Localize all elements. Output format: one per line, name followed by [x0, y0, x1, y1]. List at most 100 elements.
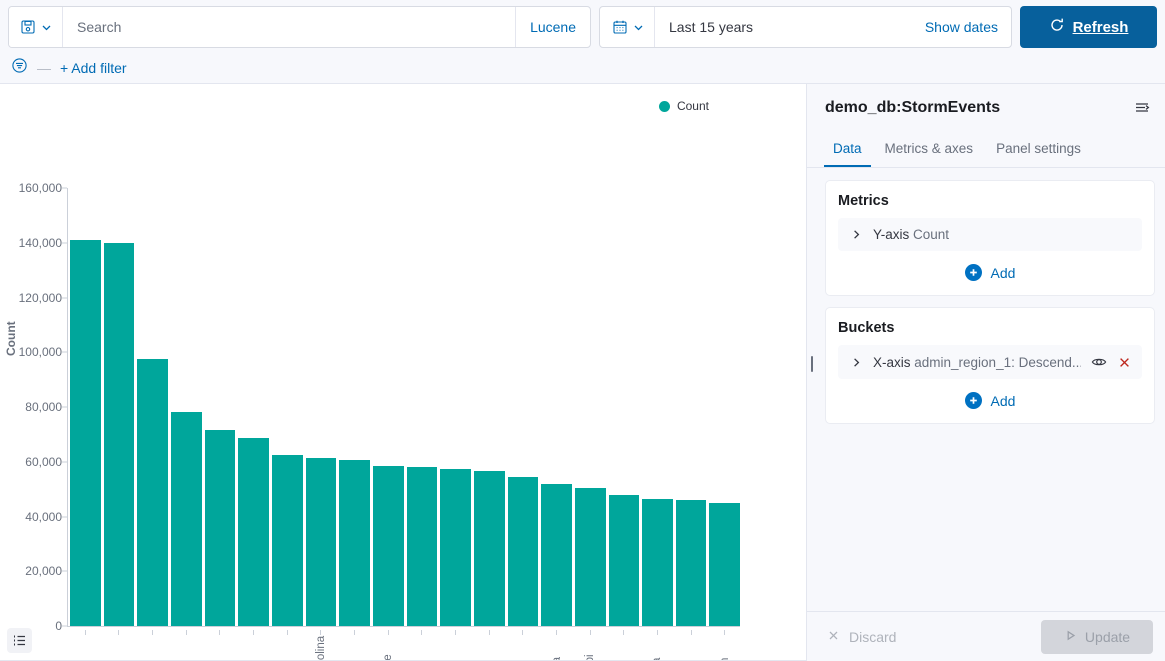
y-axis-tick-label: 60,000 [6, 455, 62, 469]
x-axis-label: Georgia [147, 637, 159, 661]
x-axis-line [67, 626, 740, 627]
tab-metrics-axes[interactable]: Metrics & axes [876, 141, 983, 167]
bar[interactable] [407, 467, 438, 626]
add-bucket-label: Add [991, 393, 1016, 409]
bar[interactable] [709, 503, 740, 626]
update-label: Update [1085, 629, 1130, 645]
x-axis-label: Iowa [349, 637, 361, 661]
x-axis-tick-mark [724, 630, 725, 635]
panel-resize-handle[interactable] [811, 356, 813, 372]
y-axis-tick-label: 40,000 [6, 510, 62, 524]
bar[interactable] [508, 477, 539, 626]
bar[interactable] [575, 488, 606, 626]
x-axis-tick-mark [455, 630, 456, 635]
bar[interactable] [306, 458, 337, 626]
y-axis-tick-label: 80,000 [6, 400, 62, 414]
x-axis-tick-mark [657, 630, 658, 635]
chevron-right-icon [850, 356, 863, 369]
x-axis-tick-mark [489, 630, 490, 635]
bar[interactable] [272, 455, 303, 626]
show-dates-button[interactable]: Show dates [912, 7, 1011, 47]
bucket-kind: X-axis [873, 355, 914, 370]
eye-icon[interactable] [1091, 354, 1107, 370]
chevron-right-icon [850, 228, 863, 241]
table-view-toggle-button[interactable] [7, 628, 32, 653]
bar[interactable] [238, 438, 269, 626]
plus-circle-icon [965, 264, 982, 281]
x-axis-label: Minnesota [551, 637, 563, 661]
y-axis-tick-label: 20,000 [6, 564, 62, 578]
x-axis-label: Kentucky [214, 637, 226, 661]
bar[interactable] [541, 484, 572, 626]
editor-title: demo_db:StormEvents [825, 99, 1000, 117]
date-range-display[interactable]: Last 15 years [655, 7, 912, 47]
date-picker-group: Last 15 years Show dates [599, 6, 1012, 48]
discard-button[interactable]: Discard [827, 629, 896, 645]
add-bucket-button[interactable]: Add [838, 379, 1142, 423]
buckets-title: Buckets [838, 320, 1142, 336]
filter-bar: — + Add filter [0, 53, 1165, 84]
saved-query-button[interactable] [9, 7, 63, 47]
editor-header: demo_db:StormEvents [807, 84, 1165, 131]
x-axis-tick-mark [287, 630, 288, 635]
add-filter-button[interactable]: + Add filter [60, 60, 127, 76]
bar[interactable] [137, 359, 168, 626]
date-quick-select-button[interactable] [600, 7, 655, 47]
y-axis-line [67, 188, 68, 626]
refresh-icon [1049, 17, 1065, 37]
x-axis-labels: TexasGeorgiaVirginiaKentuckyMissouriIlli… [70, 630, 740, 661]
bar[interactable] [373, 466, 404, 626]
bucket-row-x-axis[interactable]: X-axis admin_region_1: Descend... [838, 345, 1142, 379]
x-axis-label-cell: Georgia [137, 630, 168, 661]
visualization-editor-panel: demo_db:StormEvents DataMetrics & axesPa… [807, 84, 1165, 661]
editor-footer: Discard Update [807, 611, 1165, 661]
x-axis-label-cell: Kentucky [205, 630, 236, 661]
query-bar: Lucene Last 15 years Show dates [0, 0, 1165, 53]
y-axis-ticks: 020,00040,00060,00080,000100,000120,0001… [0, 84, 62, 661]
bar[interactable] [642, 499, 673, 626]
x-axis-label-cell: North Carolina [306, 630, 337, 661]
tab-data[interactable]: Data [824, 141, 871, 167]
x-axis-tick-mark [186, 630, 187, 635]
bar[interactable] [609, 495, 640, 626]
x-axis-label-cell: Arkansas [676, 630, 707, 661]
update-button[interactable]: Update [1041, 620, 1153, 654]
x-axis-label-cell [70, 630, 101, 661]
metrics-card: Metrics Y-axis Count Add [825, 180, 1155, 296]
bar[interactable] [205, 430, 236, 626]
collapse-panel-icon[interactable] [1133, 98, 1152, 117]
filter-icon[interactable] [11, 57, 28, 79]
chevron-down-icon [632, 21, 645, 34]
bar[interactable] [339, 460, 370, 626]
bar[interactable] [676, 500, 707, 626]
metric-row-label: Y-axis Count [873, 227, 1132, 242]
editor-tabs: DataMetrics & axesPanel settings [807, 131, 1165, 168]
x-axis-label: Kansas [416, 637, 428, 661]
plus-circle-icon [965, 392, 982, 409]
remove-icon[interactable] [1117, 355, 1132, 370]
bar[interactable] [104, 243, 135, 626]
metric-row-y-axis[interactable]: Y-axis Count [838, 218, 1142, 251]
x-axis-label: Arkansas [685, 637, 697, 661]
bucket-value: admin_region_1: Descend... [914, 355, 1081, 370]
main-area: Count Count 020,00040,00060,00080,000100… [0, 84, 1165, 661]
bar[interactable] [171, 412, 202, 626]
tab-panel-settings[interactable]: Panel settings [987, 141, 1090, 167]
x-axis-tick-mark [590, 630, 591, 635]
x-axis-tick-mark [522, 630, 523, 635]
bar[interactable] [70, 240, 101, 626]
y-axis-tick-label: 140,000 [6, 236, 62, 250]
query-language-button[interactable]: Lucene [515, 7, 590, 47]
x-axis-label: Michigan [618, 637, 630, 661]
x-axis-label-cell: Minnesota [541, 630, 572, 661]
search-input[interactable] [63, 19, 515, 35]
x-axis-label: Oklahoma [651, 637, 663, 661]
refresh-button[interactable]: Refresh [1020, 6, 1157, 48]
x-axis-label: Texas [113, 637, 125, 661]
x-axis-label-cell: Oklahoma [642, 630, 673, 661]
bar[interactable] [440, 469, 471, 626]
x-axis-label: Wisconsin [719, 637, 731, 661]
add-metric-button[interactable]: Add [838, 251, 1142, 295]
bar[interactable] [474, 471, 505, 626]
x-axis-tick-mark [556, 630, 557, 635]
